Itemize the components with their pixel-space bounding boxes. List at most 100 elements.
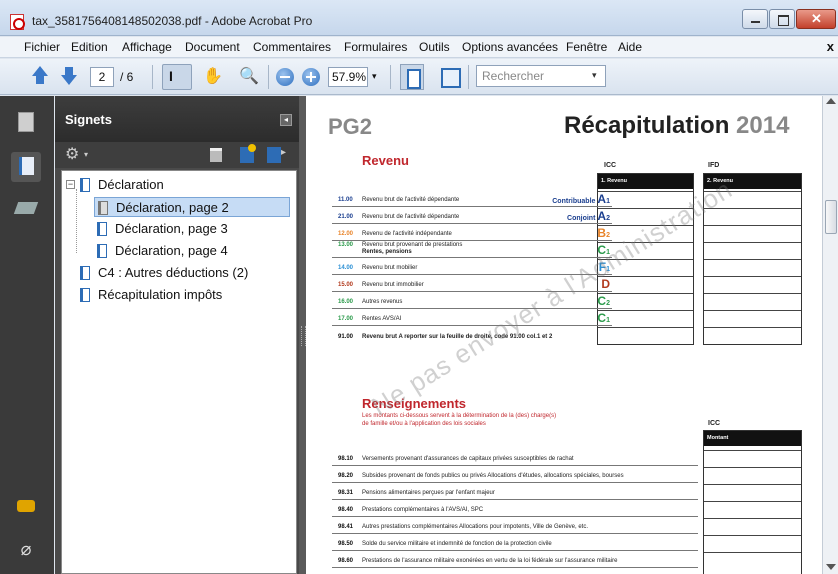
next-page-icon[interactable] (59, 64, 79, 90)
revenu-heading: Revenu (362, 153, 409, 168)
previous-page-icon[interactable] (30, 64, 50, 90)
icc-cell[interactable] (598, 327, 693, 345)
page-title-text: Récapitulation (564, 112, 730, 139)
menu-fichier[interactable]: Fichier (24, 40, 60, 54)
attachments-icon[interactable]: ⌀ (14, 536, 38, 562)
document-viewer[interactable]: PG2 Récapitulation 2014 Revenu ICC IFD 1… (306, 96, 822, 574)
row-code: 98.10 (338, 456, 354, 462)
bookmark-icon (97, 244, 107, 258)
icc-cell[interactable] (598, 293, 693, 310)
menu-affichage[interactable]: Affichage (122, 40, 172, 54)
menu-commentaires[interactable]: Commentaires (253, 40, 331, 54)
zoom-out-icon[interactable] (276, 68, 294, 86)
toolbar-divider (268, 65, 269, 89)
row-code: 98.40 (338, 507, 354, 513)
search-dropdown-icon[interactable]: ▾ (592, 70, 597, 81)
options-gear-icon[interactable]: ⚙ (65, 144, 79, 164)
comments-icon[interactable] (14, 496, 38, 522)
montant-cell[interactable] (704, 484, 801, 501)
row-label: Prestations complémentaires à l'AVS/AI, … (362, 507, 484, 513)
bookmark-row: Déclaration (80, 175, 280, 195)
tree-connector (76, 189, 77, 253)
scroll-down-icon[interactable] (826, 564, 836, 570)
bookmark-icon (80, 266, 90, 280)
scroll-thumb[interactable] (825, 200, 837, 234)
ifd-cell[interactable] (704, 259, 801, 276)
menu-aide[interactable]: Aide (618, 40, 642, 54)
row-label-line1: Revenu brut provenant de prestations (362, 242, 463, 248)
close-window-button[interactable] (796, 9, 836, 29)
vertical-scrollbar[interactable] (822, 96, 838, 574)
montant-cell[interactable] (704, 450, 801, 467)
panel-splitter[interactable] (299, 96, 306, 574)
pdf-page: PG2 Récapitulation 2014 Revenu ICC IFD 1… (306, 96, 822, 574)
montant-cell[interactable] (704, 501, 801, 518)
ifd-cell[interactable] (704, 310, 801, 327)
menu-outils[interactable]: Outils (419, 40, 450, 54)
window-title: tax_3581756408148502038.pdf - Adobe Acro… (32, 14, 313, 28)
search-input[interactable]: Rechercher (476, 65, 606, 87)
new-bookmark-icon[interactable] (240, 144, 256, 163)
bookmark-declaration-page-3[interactable]: Déclaration, page 3 (97, 219, 287, 239)
row-label: Solde du service militaire et indemnité … (362, 541, 552, 547)
ifd-cell[interactable] (704, 327, 801, 345)
row-code: 13.00 (338, 242, 354, 248)
toolbar-divider (468, 65, 469, 89)
menu-options-avancees[interactable]: Options avancées (462, 40, 558, 54)
row-tag-letter: C (597, 294, 607, 308)
renseignement-row: 98.40 Prestations complémentaires à l'AV… (332, 500, 698, 517)
zoom-level-input[interactable]: 57.9% (328, 67, 368, 87)
hand-tool-icon[interactable]: ✋ (200, 64, 226, 90)
row-tag: B2 (597, 226, 610, 240)
ifd-cell[interactable] (704, 276, 801, 293)
signatures-icon[interactable] (14, 196, 38, 222)
row-code: 15.00 (338, 282, 354, 288)
row-label: Prestations de l'assurance militaire exo… (362, 558, 618, 564)
montant-cell[interactable] (704, 552, 801, 569)
collapse-panel-button[interactable]: ◂ (280, 114, 292, 126)
fit-page-icon[interactable] (400, 64, 424, 90)
close-document-icon[interactable]: x (827, 39, 834, 54)
zoom-dropdown-icon[interactable]: ▾ (372, 71, 377, 82)
delete-bookmark-icon[interactable] (210, 148, 222, 162)
bookmark-c4-autres-deductions[interactable]: C4 : Autres déductions (2) (80, 263, 290, 283)
collapse-toggle-icon[interactable]: − (66, 180, 75, 189)
maximize-button[interactable] (769, 9, 795, 29)
montant-cell[interactable] (704, 518, 801, 535)
bookmark-declaration-page-4[interactable]: Déclaration, page 4 (97, 241, 287, 261)
montant-cell[interactable] (704, 467, 801, 484)
ifd-cell[interactable] (704, 225, 801, 242)
bookmark-label: Déclaration, page 3 (115, 221, 228, 236)
renseignement-row: 98.60 Prestations de l'assurance militai… (332, 551, 698, 568)
menu-formulaires[interactable]: Formulaires (344, 40, 407, 54)
select-tool-icon[interactable]: I (162, 64, 192, 90)
icc-cell[interactable] (598, 310, 693, 327)
bookmark-declaration-page-2[interactable]: Déclaration, page 2 (94, 197, 290, 217)
menu-edition[interactable]: Edition (71, 40, 108, 54)
page-thumbnails-icon[interactable] (14, 110, 38, 136)
bookmarks-icon[interactable] (11, 152, 41, 182)
icc-column-bar: 1. Revenu (598, 174, 693, 189)
full-screen-icon[interactable] (438, 64, 461, 90)
options-dropdown-icon[interactable]: ▾ (84, 150, 88, 159)
bookmarks-panel: Signets ◂ ⚙ ▾ − Déclaration Déclaration,… (55, 96, 299, 574)
revenu-row: 17.00 Rentes AVS/AI C1 (332, 310, 612, 326)
page-number-input[interactable]: 2 (90, 67, 114, 87)
marquee-zoom-icon[interactable]: 🔍 (236, 64, 262, 90)
bookmark-recapitulation-impots[interactable]: Récapitulation impôts (80, 285, 290, 305)
bookmark-declaration[interactable]: − Déclaration (66, 175, 286, 195)
minimize-button[interactable] (742, 9, 768, 29)
row-tag-sub: 2 (606, 215, 610, 222)
row-label: Rentes AVS/AI (362, 316, 402, 322)
revenu-row: 12.00 Revenu de l'activité indépendante … (332, 225, 612, 241)
montant-cell[interactable] (704, 535, 801, 552)
menu-fenetre[interactable]: Fenêtre (566, 40, 607, 54)
row-code: 98.31 (338, 490, 354, 496)
ifd-cell[interactable] (704, 293, 801, 310)
scroll-up-icon[interactable] (826, 98, 836, 104)
bookmark-label: Déclaration, page 4 (115, 243, 228, 258)
expand-bookmark-icon[interactable] (267, 147, 286, 163)
zoom-in-icon[interactable] (302, 68, 320, 86)
menu-document[interactable]: Document (185, 40, 240, 54)
ifd-cell[interactable] (704, 242, 801, 259)
